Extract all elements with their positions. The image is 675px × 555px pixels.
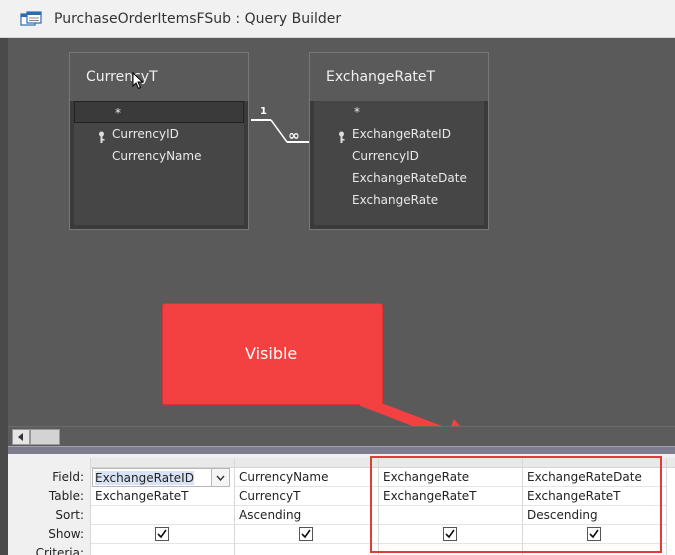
table-box-currencyt[interactable]: CurrencyT * CurrencyID CurrencyName — [69, 52, 249, 230]
horizontal-scrollbar[interactable] — [8, 426, 675, 446]
highlight-box — [370, 456, 662, 553]
column-selector[interactable] — [667, 458, 675, 468]
relationship-one-label: 1 — [260, 106, 267, 117]
table-field-list[interactable]: * CurrencyID CurrencyName — [74, 101, 244, 225]
table-title[interactable]: CurrencyT — [70, 53, 248, 101]
field-item-exchangerate[interactable]: ExchangeRate — [314, 189, 484, 211]
show-cell — [235, 525, 378, 544]
field-item-currencyname[interactable]: CurrencyName — [74, 145, 244, 167]
pane-splitter[interactable] — [8, 446, 675, 454]
show-checkbox[interactable] — [155, 527, 169, 541]
criteria-cell[interactable] — [235, 544, 378, 555]
row-label-criteria: Criteria: — [35, 546, 84, 555]
field-item-currencyid[interactable]: CurrencyID — [314, 145, 484, 167]
callout-box: Visible — [163, 304, 382, 404]
field-item-all[interactable]: * — [74, 101, 244, 123]
window-title: PurchaseOrderItemsFSub : Query Builder — [54, 10, 342, 27]
primary-key-icon — [338, 128, 345, 143]
column-selector[interactable] — [235, 458, 378, 468]
row-label-sort: Sort: — [55, 508, 84, 522]
table-field-list[interactable]: * ExchangeRateID CurrencyID ExchangeRate… — [314, 101, 484, 225]
grid-column[interactable]: ExchangeRateID ExchangeRateT — [90, 458, 234, 555]
row-label-table: Table: — [48, 489, 84, 503]
query-builder-icon — [20, 10, 42, 27]
title-bar: PurchaseOrderItemsFSub : Query Builder — [0, 0, 675, 38]
sort-cell[interactable] — [91, 506, 234, 525]
field-item-all[interactable]: * — [314, 101, 484, 123]
show-cell — [91, 525, 234, 544]
field-item-currencyid[interactable]: CurrencyID — [74, 123, 244, 145]
criteria-cell[interactable] — [91, 544, 234, 555]
grid-column[interactable] — [666, 458, 675, 555]
field-item-exchangeratedate[interactable]: ExchangeRateDate — [314, 167, 484, 189]
grid-column[interactable]: CurrencyName CurrencyT Ascending — [234, 458, 378, 555]
column-selector[interactable] — [91, 458, 234, 468]
scroll-left-button[interactable] — [12, 429, 30, 445]
mouse-cursor-icon — [132, 72, 144, 90]
scroll-thumb[interactable] — [30, 429, 60, 445]
table-cell[interactable]: CurrencyT — [235, 487, 378, 506]
field-item-exchangerateid[interactable]: ExchangeRateID — [314, 123, 484, 145]
row-label-show: Show: — [48, 527, 84, 541]
table-cell[interactable]: ExchangeRateT — [91, 487, 234, 506]
primary-key-icon — [98, 128, 105, 143]
relationship-many-label: ∞ — [288, 128, 300, 144]
field-dropdown[interactable]: ExchangeRateID — [92, 468, 230, 487]
table-box-exchangeratet[interactable]: ExchangeRateT * ExchangeRateID CurrencyI… — [309, 52, 489, 230]
table-title[interactable]: ExchangeRateT — [310, 53, 488, 101]
callout-label: Visible — [245, 344, 298, 363]
field-cell[interactable]: CurrencyName — [235, 468, 378, 487]
show-checkbox[interactable] — [299, 527, 313, 541]
row-label-field: Field: — [52, 470, 84, 484]
grid-row-labels: Field: Table: Sort: Show: Criteria: — [8, 468, 88, 555]
sort-cell[interactable]: Ascending — [235, 506, 378, 525]
chevron-down-icon[interactable] — [211, 469, 229, 486]
